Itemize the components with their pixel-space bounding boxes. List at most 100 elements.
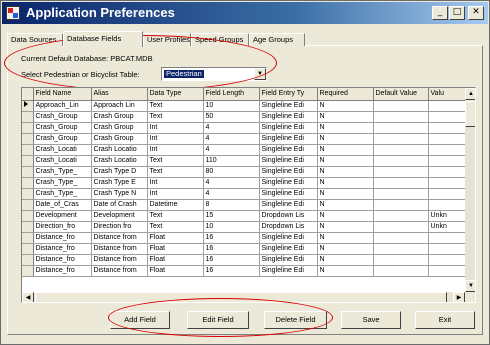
- grid-cell[interactable]: Singleline Edi: [259, 100, 318, 112]
- grid-cell[interactable]: Int: [147, 122, 204, 134]
- add-field-button[interactable]: Add Field: [110, 311, 170, 329]
- grid-cell[interactable]: Singleline Edi: [259, 133, 318, 145]
- grid-cell[interactable]: 4: [203, 144, 260, 156]
- grid-cell[interactable]: Int: [147, 188, 204, 200]
- grid-cell[interactable]: Crash Type N: [91, 188, 148, 200]
- grid-cell[interactable]: [373, 254, 429, 266]
- grid-cell[interactable]: Text: [147, 166, 204, 178]
- grid-cell[interactable]: 4: [203, 188, 260, 200]
- grid-cell[interactable]: 10: [203, 100, 260, 112]
- grid-cell[interactable]: Crash_Locati: [33, 155, 92, 167]
- vertical-scrollbar[interactable]: ▲ ▼: [465, 88, 475, 292]
- edit-field-button[interactable]: Edit Field: [187, 311, 249, 329]
- column-header[interactable]: Required: [317, 88, 374, 101]
- row-header[interactable]: [22, 100, 34, 112]
- table-row[interactable]: Direction_fro Direction fro Text 10 Dropdown…: [22, 221, 465, 233]
- grid-cell[interactable]: [428, 166, 465, 178]
- grid-cell[interactable]: [428, 232, 465, 244]
- table-row[interactable]: Crash_Group Crash Group Int 4 Singleline Edi…: [22, 122, 465, 134]
- grid-cell[interactable]: [373, 243, 429, 255]
- grid-cell[interactable]: Crash Group: [91, 133, 148, 145]
- grid-cell[interactable]: Distance from: [91, 232, 148, 244]
- table-row[interactable]: Crash_Locati Crash Locatio Text 110 Singleli…: [22, 155, 465, 167]
- grid-cell[interactable]: [373, 111, 429, 123]
- grid-cell[interactable]: Crash_Group: [33, 122, 92, 134]
- grid-cell[interactable]: Int: [147, 177, 204, 189]
- grid-cell[interactable]: [428, 144, 465, 156]
- grid-cell[interactable]: N: [317, 254, 374, 266]
- table-row[interactable]: Approach_Lin Approach Lin Text 10 Singleline…: [22, 100, 465, 112]
- grid-cell[interactable]: Text: [147, 111, 204, 123]
- table-row[interactable]: Distance_fro Distance from Float 16 Singleli…: [22, 232, 465, 244]
- column-header[interactable]: Default Value: [373, 88, 429, 101]
- row-header[interactable]: [22, 221, 34, 233]
- grid-cell[interactable]: Int: [147, 133, 204, 145]
- row-header[interactable]: [22, 265, 34, 277]
- save-button[interactable]: Save: [341, 311, 401, 329]
- grid-cell[interactable]: Date of Crash: [91, 199, 148, 211]
- table-select-dropdown[interactable]: Pedestrian ▼: [161, 67, 267, 81]
- column-header[interactable]: Field Entry Ty: [259, 88, 318, 101]
- delete-field-button[interactable]: Delete Field: [264, 311, 327, 329]
- row-header[interactable]: [22, 122, 34, 134]
- grid-cell[interactable]: Singleline Edi: [259, 265, 318, 277]
- grid-cell[interactable]: 10: [203, 221, 260, 233]
- grid-cell[interactable]: [428, 111, 465, 123]
- grid-cell[interactable]: Distance_fro: [33, 265, 92, 277]
- grid-cell[interactable]: Unkn: [428, 221, 465, 233]
- grid-cell[interactable]: Text: [147, 155, 204, 167]
- grid-cell[interactable]: Float: [147, 254, 204, 266]
- grid-cell[interactable]: [373, 155, 429, 167]
- grid-cell[interactable]: Distance from: [91, 265, 148, 277]
- grid-cell[interactable]: Text: [147, 100, 204, 112]
- table-row[interactable]: Crash_Type_ Crash Type D Text 80 Singleline …: [22, 166, 465, 178]
- row-header[interactable]: [22, 177, 34, 189]
- grid-cell[interactable]: Distance from: [91, 243, 148, 255]
- grid-cell[interactable]: [428, 188, 465, 200]
- row-header[interactable]: [22, 133, 34, 145]
- tab-speed-groups[interactable]: Speed Groups: [191, 33, 249, 46]
- grid-cell[interactable]: Crash Locatio: [91, 155, 148, 167]
- exit-button[interactable]: Exit: [415, 311, 475, 329]
- grid-cell[interactable]: [428, 265, 465, 277]
- dropdown-arrow-icon[interactable]: ▼: [254, 68, 266, 80]
- column-header[interactable]: Alias: [91, 88, 148, 101]
- grid-cell[interactable]: [428, 243, 465, 255]
- tab-data-sources[interactable]: Data Sources: [7, 33, 63, 46]
- grid-cell[interactable]: N: [317, 144, 374, 156]
- tab-database-fields[interactable]: Database Fields: [63, 31, 143, 47]
- grid-cell[interactable]: Crash Type D: [91, 166, 148, 178]
- grid-cell[interactable]: Singleline Edi: [259, 155, 318, 167]
- grid-cell[interactable]: [373, 166, 429, 178]
- row-header[interactable]: [22, 199, 34, 211]
- grid-cell[interactable]: 4: [203, 177, 260, 189]
- scroll-left-icon[interactable]: ◀: [22, 292, 34, 302]
- grid-cell[interactable]: [373, 100, 429, 112]
- grid-cell[interactable]: Distance_fro: [33, 254, 92, 266]
- grid-cell[interactable]: 16: [203, 265, 260, 277]
- table-row[interactable]: Crash_Group Crash Group Int 4 Singleline Edi…: [22, 133, 465, 145]
- grid-cell[interactable]: N: [317, 133, 374, 145]
- row-header[interactable]: [22, 188, 34, 200]
- grid-cell[interactable]: 15: [203, 210, 260, 222]
- grid-cell[interactable]: N: [317, 166, 374, 178]
- grid-cell[interactable]: [373, 265, 429, 277]
- grid-cell[interactable]: Datetime: [147, 199, 204, 211]
- grid-cell[interactable]: Crash Type E: [91, 177, 148, 189]
- grid-cell[interactable]: 16: [203, 243, 260, 255]
- grid-cell[interactable]: 8: [203, 199, 260, 211]
- row-header[interactable]: [22, 166, 34, 178]
- grid-cell[interactable]: Distance_fro: [33, 232, 92, 244]
- row-header[interactable]: [22, 111, 34, 123]
- grid-cell[interactable]: N: [317, 243, 374, 255]
- table-row[interactable]: Crash_Locati Crash Locatio Int 4 Singleline …: [22, 144, 465, 156]
- close-button[interactable]: ✕: [468, 6, 484, 20]
- grid-cell[interactable]: N: [317, 232, 374, 244]
- grid-cell[interactable]: 50: [203, 111, 260, 123]
- grid-cell[interactable]: Crash Locatio: [91, 144, 148, 156]
- grid-cell[interactable]: Crash_Group: [33, 111, 92, 123]
- grid-cell[interactable]: Singleline Edi: [259, 243, 318, 255]
- grid-cell[interactable]: N: [317, 210, 374, 222]
- table-row[interactable]: Distance_fro Distance from Float 16 Singleli…: [22, 254, 465, 266]
- table-row[interactable]: Distance_fro Distance from Float 16 Singleli…: [22, 265, 465, 277]
